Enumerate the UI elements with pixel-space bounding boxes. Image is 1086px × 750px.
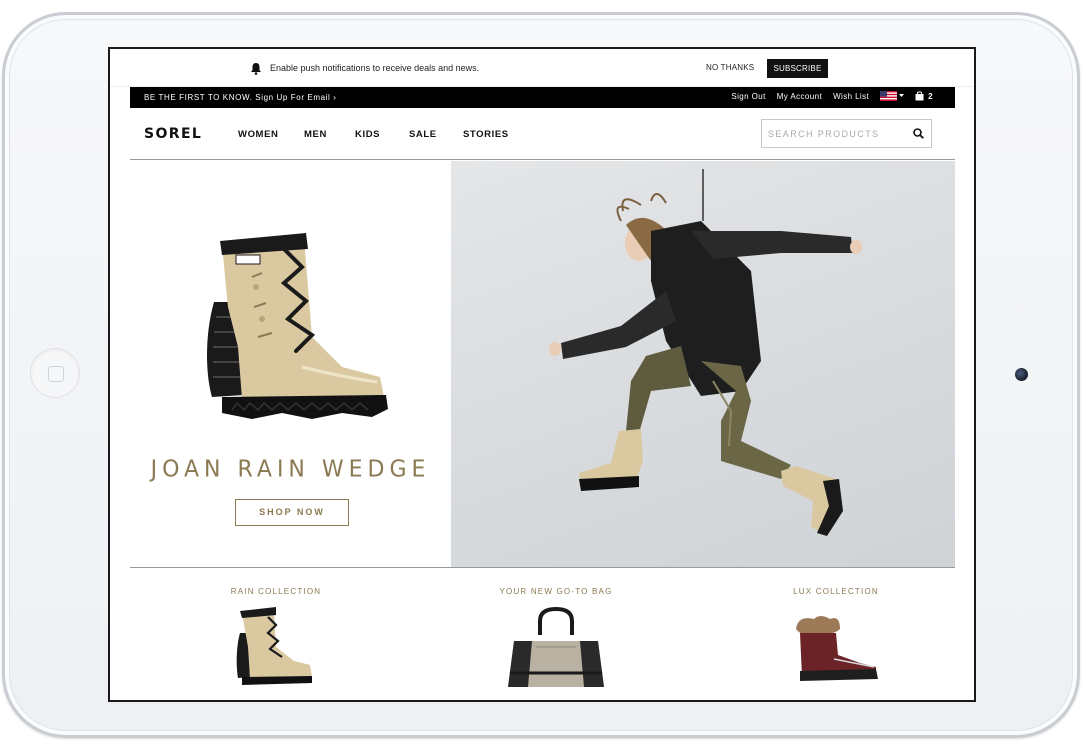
bell-icon — [251, 63, 261, 75]
my-account-link[interactable]: My Account — [777, 92, 822, 101]
chevron-down-icon — [899, 94, 905, 97]
nav-sale[interactable]: SALE — [409, 129, 437, 140]
cart-button[interactable]: 2 — [915, 91, 933, 101]
subscribe-button[interactable]: SUBSCRIBE — [767, 59, 828, 78]
handbag-thumbnail[interactable] — [506, 607, 606, 691]
jumping-model-image — [549, 169, 862, 536]
country-selector[interactable] — [880, 91, 905, 101]
shopping-bag-icon — [915, 91, 924, 101]
sign-out-link[interactable]: Sign Out — [731, 92, 765, 101]
email-signup-link[interactable]: BE THE FIRST TO KNOW. Sign Up For Email … — [144, 93, 337, 102]
search-input[interactable] — [768, 127, 908, 141]
us-flag-icon — [880, 91, 898, 101]
push-notification-bar: Enable push notifications to receive dea… — [110, 49, 974, 87]
hero-product-panel: JOAN RAIN WEDGE SHOP NOW — [130, 161, 451, 567]
camera-icon — [1015, 368, 1028, 381]
shop-now-button[interactable]: SHOP NOW — [235, 499, 349, 526]
rain-boot-thumbnail[interactable] — [234, 607, 314, 687]
hero-lifestyle-image[interactable] — [451, 161, 955, 567]
site-header: SOREL WOMEN MEN KIDS SALE STORIES — [130, 108, 955, 160]
lux-boot-thumbnail[interactable] — [790, 615, 880, 685]
nav-kids[interactable]: KIDS — [355, 129, 380, 140]
home-button[interactable] — [30, 348, 80, 398]
search-icon[interactable] — [913, 128, 924, 139]
nav-men[interactable]: MEN — [304, 129, 327, 140]
section-divider — [130, 567, 955, 568]
nav-stories[interactable]: STORIES — [463, 129, 509, 140]
nav-women[interactable]: WOMEN — [238, 129, 278, 140]
hero-title: JOAN RAIN WEDGE — [150, 456, 431, 483]
search-box — [761, 119, 932, 148]
cart-count: 2 — [928, 91, 933, 101]
promo-bar: BE THE FIRST TO KNOW. Sign Up For Email … — [130, 87, 955, 108]
wish-list-link[interactable]: Wish List — [833, 92, 869, 101]
push-message: Enable push notifications to receive dea… — [270, 63, 480, 73]
browser-screen: Enable push notifications to receive dea… — [108, 47, 976, 702]
joan-rain-wedge-boot-image[interactable] — [192, 227, 392, 422]
go-to-bag-label[interactable]: YOUR NEW GO-TO BAG — [466, 587, 646, 596]
account-links: Sign Out My Account Wish List 2 — [731, 91, 933, 101]
rain-collection-label[interactable]: RAIN COLLECTION — [186, 587, 366, 596]
sorel-logo[interactable]: SOREL — [144, 126, 202, 142]
no-thanks-button[interactable]: NO THANKS — [706, 63, 754, 72]
lux-collection-label[interactable]: LUX COLLECTION — [746, 587, 926, 596]
